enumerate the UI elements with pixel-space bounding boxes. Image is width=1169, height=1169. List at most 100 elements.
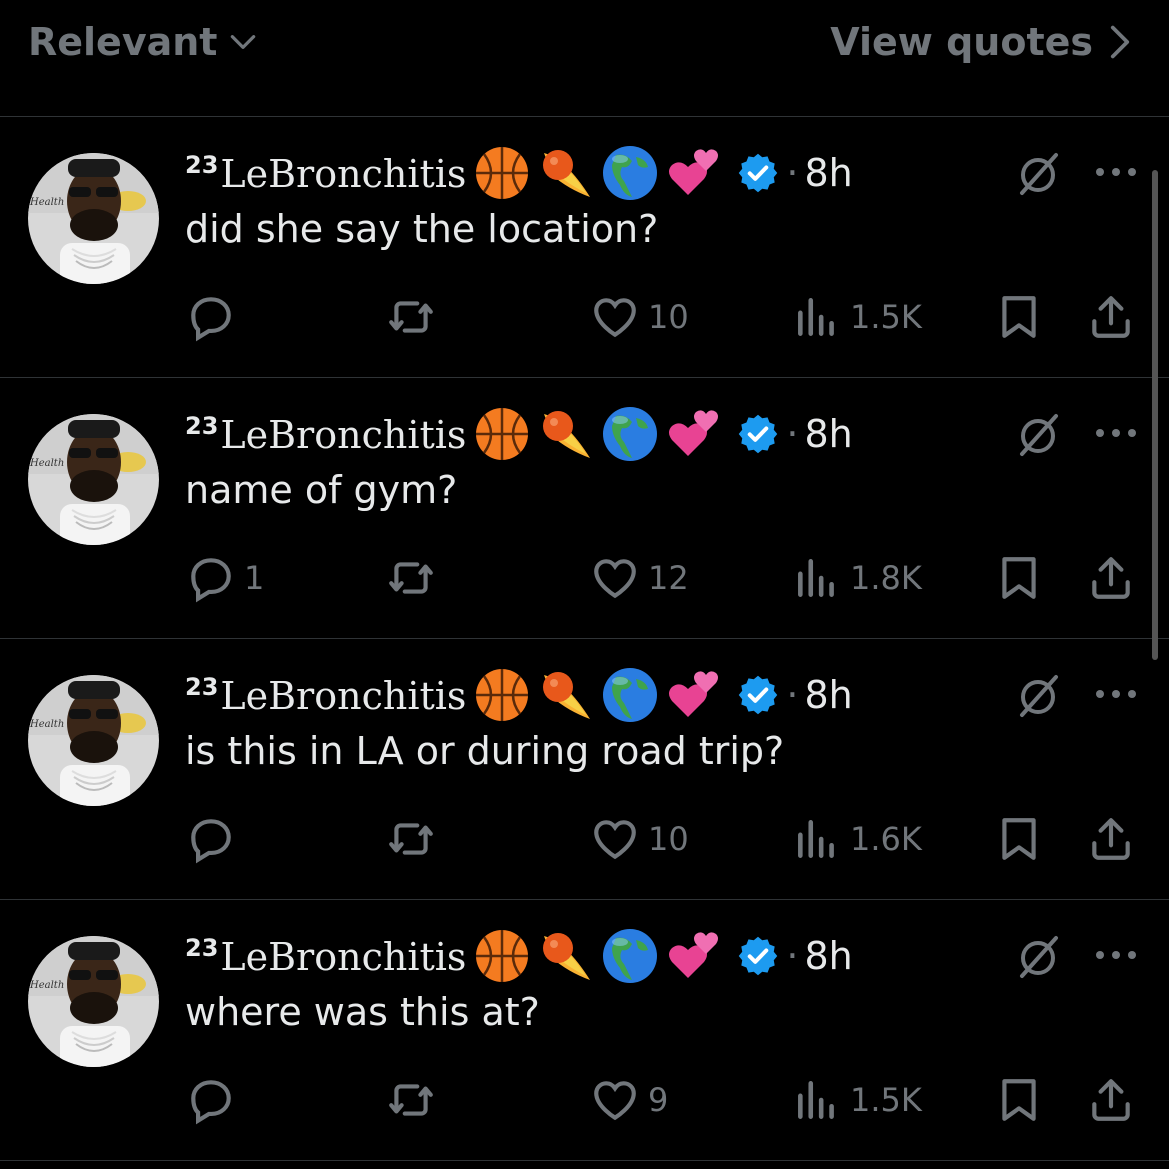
tweet-header: 23LeBronchitis · 8h bbox=[185, 143, 853, 203]
retweet-button[interactable] bbox=[386, 1072, 444, 1128]
heart-icon bbox=[594, 559, 636, 599]
retweet-button[interactable] bbox=[386, 811, 444, 867]
share-button[interactable] bbox=[1086, 1072, 1136, 1128]
share-icon bbox=[1092, 1079, 1130, 1121]
two-hearts-icon bbox=[669, 149, 719, 195]
earth-globe-icon bbox=[603, 668, 658, 722]
retweet-icon bbox=[389, 1084, 433, 1116]
tweet-text: is this in LA or during road trip? bbox=[185, 729, 785, 773]
bookmark-button[interactable] bbox=[994, 811, 1044, 867]
avatar[interactable]: Health bbox=[28, 153, 159, 284]
tweet[interactable]: Health 23LeBronchitis bbox=[0, 639, 1169, 900]
tweet-actions: 9 1.5K bbox=[0, 1072, 1169, 1128]
display-name[interactable]: 23LeBronchitis bbox=[185, 673, 466, 718]
view-quotes-label: View quotes bbox=[830, 20, 1093, 64]
tweet-text: did she say the location? bbox=[185, 207, 659, 251]
name-prefix: 23 bbox=[185, 672, 219, 701]
grok-icon[interactable] bbox=[1014, 932, 1062, 980]
like-count: 9 bbox=[648, 1081, 669, 1119]
grok-icon[interactable] bbox=[1014, 410, 1062, 458]
like-count: 12 bbox=[648, 559, 689, 597]
bookmark-icon bbox=[1002, 1079, 1036, 1121]
tweet[interactable]: Health 23LeBronchitis bbox=[0, 117, 1169, 378]
reply-icon bbox=[191, 1080, 231, 1125]
time-text: 8h bbox=[804, 151, 853, 195]
display-name[interactable]: 23LeBronchitis bbox=[185, 151, 466, 196]
timestamp[interactable]: · 8h bbox=[786, 151, 852, 195]
like-button[interactable]: 12 bbox=[590, 550, 689, 606]
reply-button[interactable]: 1 bbox=[186, 550, 264, 606]
like-count: 10 bbox=[648, 820, 689, 858]
verified-badge-icon[interactable] bbox=[736, 673, 780, 717]
like-button[interactable]: 10 bbox=[590, 289, 689, 345]
bookmark-button[interactable] bbox=[994, 1072, 1044, 1128]
like-button[interactable]: 10 bbox=[590, 811, 689, 867]
name-text: LeBronchitis bbox=[220, 151, 467, 196]
sort-label: Relevant bbox=[28, 20, 218, 64]
verified-badge-icon[interactable] bbox=[736, 412, 780, 456]
tweet[interactable]: Health 23LeBronchitis bbox=[0, 900, 1169, 1161]
earth-globe-icon bbox=[603, 929, 658, 983]
retweet-icon bbox=[389, 562, 433, 594]
views-count: 1.5K bbox=[850, 1081, 922, 1119]
name-prefix: 23 bbox=[185, 150, 219, 179]
basketball-icon bbox=[476, 147, 529, 199]
bookmark-button[interactable] bbox=[994, 289, 1044, 345]
tweet-header: 23LeBronchitis · 8h bbox=[185, 926, 853, 986]
timestamp[interactable]: · 8h bbox=[786, 673, 852, 717]
svg-text:Health: Health bbox=[29, 980, 64, 991]
verified-badge-icon[interactable] bbox=[736, 151, 780, 195]
tweet[interactable]: Health 23LeBronchitis bbox=[0, 378, 1169, 639]
more-options-icon[interactable] bbox=[1092, 940, 1140, 970]
svg-text:Health: Health bbox=[29, 197, 64, 208]
scrollbar[interactable] bbox=[1152, 170, 1158, 660]
share-button[interactable] bbox=[1086, 550, 1136, 606]
view-quotes-link[interactable]: View quotes bbox=[830, 20, 1133, 64]
reply-icon bbox=[191, 297, 231, 342]
avatar[interactable]: Health bbox=[28, 675, 159, 806]
timestamp[interactable]: · 8h bbox=[786, 934, 852, 978]
share-icon bbox=[1092, 818, 1130, 860]
more-options-icon[interactable] bbox=[1092, 679, 1140, 709]
like-count: 10 bbox=[648, 298, 689, 336]
reply-button[interactable] bbox=[186, 811, 244, 867]
display-name[interactable]: 23LeBronchitis bbox=[185, 934, 466, 979]
avatar[interactable]: Health bbox=[28, 936, 159, 1067]
share-icon bbox=[1092, 557, 1130, 599]
verified-badge-icon[interactable] bbox=[736, 934, 780, 978]
views-button[interactable]: 1.6K bbox=[792, 811, 922, 867]
grok-icon[interactable] bbox=[1014, 149, 1062, 197]
time-text: 8h bbox=[804, 673, 853, 717]
views-button[interactable]: 1.5K bbox=[792, 289, 922, 345]
bookmark-icon bbox=[1002, 818, 1036, 860]
views-icon bbox=[798, 298, 834, 336]
basketball-icon bbox=[476, 408, 529, 460]
share-icon bbox=[1092, 296, 1130, 338]
fire-ball-icon bbox=[543, 672, 591, 719]
reply-button[interactable] bbox=[186, 289, 244, 345]
heart-icon bbox=[594, 298, 636, 338]
share-button[interactable] bbox=[1086, 289, 1136, 345]
retweet-button[interactable] bbox=[386, 289, 444, 345]
share-button[interactable] bbox=[1086, 811, 1136, 867]
reply-button[interactable] bbox=[186, 1072, 244, 1128]
avatar[interactable]: Health bbox=[28, 414, 159, 545]
retweet-button[interactable] bbox=[386, 550, 444, 606]
display-name[interactable]: 23LeBronchitis bbox=[185, 412, 466, 457]
like-button[interactable]: 9 bbox=[590, 1072, 668, 1128]
avatar-image: Health bbox=[28, 414, 159, 545]
timestamp[interactable]: · 8h bbox=[786, 412, 852, 456]
more-options-icon[interactable] bbox=[1092, 157, 1140, 187]
two-hearts-icon bbox=[669, 932, 719, 978]
sort-dropdown[interactable]: Relevant bbox=[28, 20, 259, 64]
tweet-text: name of gym? bbox=[185, 468, 458, 512]
grok-icon[interactable] bbox=[1014, 671, 1062, 719]
svg-text:Health: Health bbox=[29, 719, 64, 730]
fire-ball-icon bbox=[543, 933, 591, 980]
views-button[interactable]: 1.5K bbox=[792, 1072, 922, 1128]
views-button[interactable]: 1.8K bbox=[792, 550, 922, 606]
bookmark-button[interactable] bbox=[994, 550, 1044, 606]
more-options-icon[interactable] bbox=[1092, 418, 1140, 448]
fire-ball-icon bbox=[543, 411, 591, 458]
reply-icon bbox=[191, 558, 231, 603]
